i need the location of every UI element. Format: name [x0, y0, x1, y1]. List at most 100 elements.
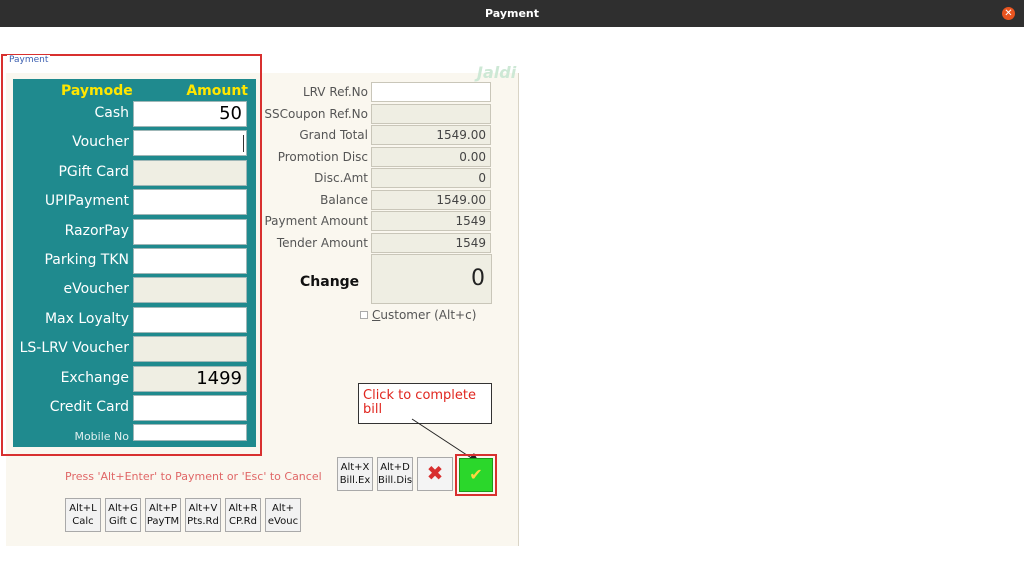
- window-title: Payment: [484, 7, 540, 20]
- info-label-promotion-disc: Promotion Disc: [277, 149, 368, 164]
- shortcut-action: Gift C: [109, 516, 137, 527]
- info-value-promotion-disc: 0.00: [371, 146, 491, 167]
- info-value-disc-amt: 0: [371, 168, 491, 188]
- info-label-disc-amt: Disc.Amt: [314, 171, 368, 185]
- amount-input-voucher[interactable]: [133, 130, 247, 157]
- cancel-button[interactable]: ✖: [417, 457, 453, 491]
- paymode-label-mobile-no: Mobile No: [74, 430, 129, 444]
- paymode-row: Parking TKN: [13, 248, 256, 274]
- window-client: Payment Paymode Amount Cash 50 Voucher PGif…: [0, 27, 1024, 580]
- paymode-row: eVoucher: [13, 277, 256, 304]
- info-row: Promotion Disc 0.00: [262, 146, 492, 167]
- title-bar: Payment ✕: [0, 0, 1024, 27]
- info-value-lrv-ref-no[interactable]: [371, 82, 491, 102]
- shortcut-key: Alt+G: [108, 503, 138, 514]
- paymode-label-credit-card: Credit Card: [49, 399, 129, 415]
- paymode-label-parking-tkn: Parking TKN: [44, 252, 129, 268]
- shortcut-button-gift-c[interactable]: Alt+G Gift C: [105, 498, 141, 532]
- info-row: Grand Total 1549.00: [262, 125, 492, 145]
- paymode-label-upipayment: UPIPayment: [44, 193, 129, 210]
- amount-input-mobile-no[interactable]: [133, 424, 247, 442]
- info-row: Balance 1549.00: [262, 189, 492, 210]
- shortcut-button-calc[interactable]: Alt+L Calc: [65, 498, 101, 532]
- paymode-row: RazorPay: [13, 218, 256, 245]
- info-row: LRV Ref.No: [262, 82, 492, 102]
- paymode-label-evoucher: eVoucher: [63, 281, 129, 298]
- shortcut-key: Alt+X: [340, 462, 370, 473]
- shortcut-action: eVouc: [267, 516, 299, 527]
- paymode-label-exchange: Exchange: [60, 369, 129, 386]
- text-caret: [243, 135, 244, 153]
- shortcut-key: Alt+L: [69, 503, 97, 514]
- customer-label: ustomer (Alt+c): [380, 308, 477, 322]
- shortcut-action: Bill.Ex: [339, 475, 371, 486]
- info-row: Disc.Amt 0: [262, 168, 492, 188]
- amount-input-pgift-card: [133, 159, 247, 186]
- change-value: 0: [371, 254, 492, 304]
- payment-group-legend: Payment: [7, 55, 51, 65]
- shortcut-key: Alt+P: [149, 503, 177, 514]
- info-label-balance: Balance: [320, 192, 368, 207]
- amount-input-parking-tkn[interactable]: [133, 248, 247, 274]
- shortcut-button-evouc[interactable]: Alt+ eVouc: [265, 498, 301, 532]
- info-value-balance: 1549.00: [371, 189, 491, 210]
- shortcut-button-bill-ex[interactable]: Alt+X Bill.Ex: [337, 457, 373, 491]
- shortcut-button-pts-rd[interactable]: Alt+V Pts.Rd: [185, 498, 221, 532]
- paymode-row: Exchange 1499: [13, 365, 256, 392]
- shortcut-key: Alt+D: [380, 462, 410, 473]
- info-row: Tender Amount 1549: [262, 232, 492, 253]
- paymode-row: UPIPayment: [13, 189, 256, 216]
- checkbox-icon[interactable]: [360, 311, 368, 319]
- change-label: Change: [300, 274, 360, 290]
- paymode-row: Voucher: [13, 130, 256, 157]
- amount-input-razorpay[interactable]: [133, 218, 247, 245]
- shortcut-button-paytm[interactable]: Alt+P PayTM: [145, 498, 181, 532]
- amount-input-max-loyalty[interactable]: [133, 306, 247, 333]
- amount-header: Amount: [186, 83, 248, 99]
- info-value-payment-amount: 1549: [371, 211, 491, 231]
- shortcut-button-cp-rd[interactable]: Alt+R CP.Rd: [225, 498, 261, 532]
- shortcut-action: PayTM: [146, 516, 180, 527]
- amount-input-evoucher: [133, 277, 247, 304]
- info-label-lrv-ref-no: LRV Ref.No: [302, 85, 368, 99]
- info-label-tender-amount: Tender Amount: [276, 235, 368, 250]
- jaldi-watermark: Jaldi: [477, 63, 517, 82]
- amount-input-ls-lrv-voucher: [133, 336, 247, 363]
- paymode-label-cash: Cash: [94, 105, 129, 121]
- info-label-grand-total: Grand Total: [299, 128, 368, 142]
- info-row: Payment Amount 1549: [262, 211, 492, 231]
- info-value-sscoupon-ref-no[interactable]: [371, 103, 491, 124]
- paymode-row: Cash 50: [13, 101, 256, 127]
- paymode-label-razorpay: RazorPay: [64, 222, 129, 239]
- amount-input-cash[interactable]: 50: [133, 101, 247, 127]
- shortcut-key: Alt+V: [188, 503, 218, 514]
- customer-checkbox[interactable]: Customer (Alt+c): [360, 308, 476, 322]
- complete-button-highlight: ✔: [455, 454, 497, 496]
- shortcut-button-bill-dis[interactable]: Alt+D Bill.Dis: [377, 457, 413, 491]
- keyboard-hint: Press 'Alt+Enter' to Payment or 'Esc' to…: [65, 470, 322, 483]
- info-value-tender-amount: 1549: [371, 232, 491, 253]
- paymode-label-voucher: Voucher: [72, 134, 129, 151]
- shortcut-key: Alt+: [272, 503, 294, 514]
- shortcut-action: Calc: [72, 516, 94, 527]
- paymode-panel: Paymode Amount Cash 50 Voucher PGift Card UP…: [13, 79, 256, 447]
- paymode-header: Paymode: [61, 83, 133, 99]
- amount-input-exchange: 1499: [133, 365, 247, 392]
- paymode-row: Mobile No: [13, 424, 256, 450]
- paymode-label-pgift-card: PGift Card: [58, 163, 129, 180]
- amount-input-upipayment[interactable]: [133, 189, 247, 216]
- shortcut-action: Bill.Dis: [378, 475, 413, 486]
- paymode-row: LS-LRV Voucher: [13, 336, 256, 363]
- info-label-sscoupon-ref-no: SSCoupon Ref.No: [264, 106, 368, 121]
- amount-input-credit-card[interactable]: [133, 395, 247, 421]
- paymode-row: Credit Card: [13, 395, 256, 421]
- close-icon[interactable]: ✕: [1002, 7, 1015, 20]
- paymode-label-max-loyalty: Max Loyalty: [44, 310, 129, 327]
- shortcut-action: Pts.Rd: [187, 516, 219, 527]
- info-label-payment-amount: Payment Amount: [264, 214, 368, 228]
- paymode-row: PGift Card: [13, 159, 256, 186]
- complete-bill-button[interactable]: ✔: [459, 458, 493, 492]
- info-value-grand-total: 1549.00: [371, 125, 491, 145]
- shortcut-action: CP.Rd: [229, 516, 257, 527]
- paymode-row: Max Loyalty: [13, 306, 256, 333]
